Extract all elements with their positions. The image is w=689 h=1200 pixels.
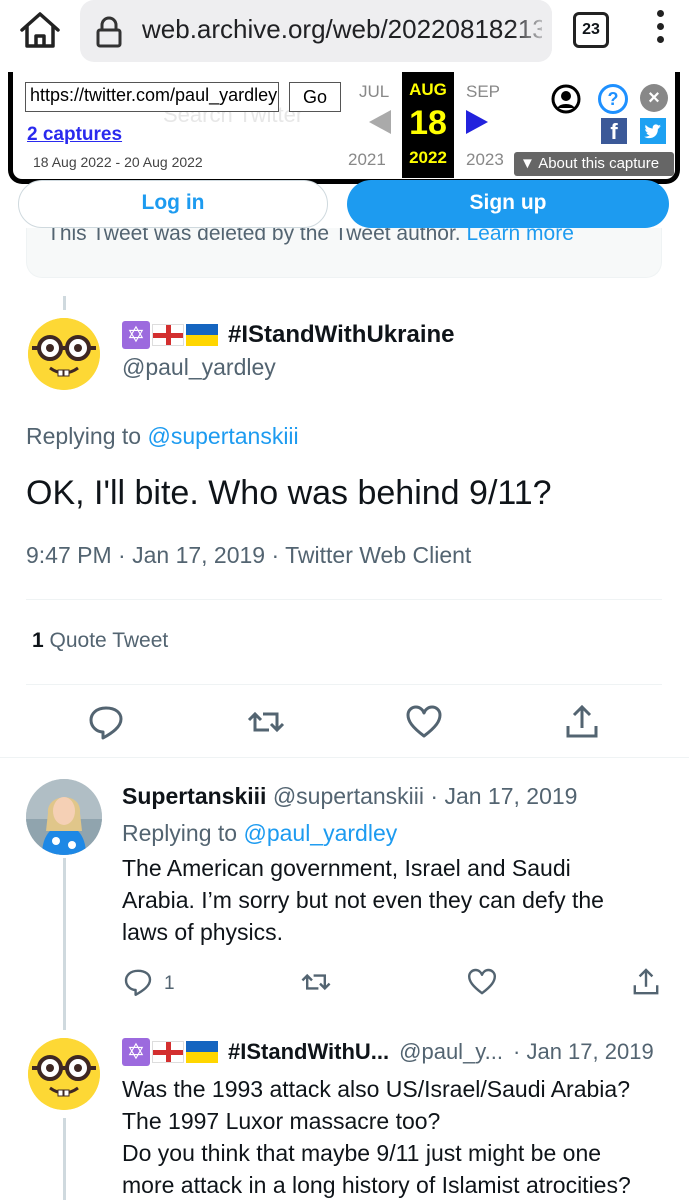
captures-link[interactable]: 2 captures — [27, 124, 122, 146]
close-icon[interactable]: × — [640, 84, 668, 112]
current-capture-date: AUG 18 2022 — [402, 72, 454, 178]
replying-to-link[interactable]: @supertanskiii — [147, 423, 298, 449]
thread-connector — [63, 296, 66, 310]
url-fade — [512, 0, 552, 62]
reply1-display-name: Supertanskiii — [122, 783, 267, 809]
reply1-header[interactable]: Supertanskiii @supertanskiii · Jan 17, 2… — [122, 783, 577, 810]
deleted-notice-message: This Tweet was deleted by the Tweet auth… — [47, 228, 461, 245]
replying-prefix: Replying to — [122, 820, 238, 846]
current-month: AUG — [409, 80, 447, 99]
share-icon[interactable] — [562, 702, 602, 742]
ukraine-flag-icon — [186, 1041, 218, 1063]
prev-year-link[interactable]: 2021 — [348, 150, 386, 170]
divider — [26, 599, 662, 600]
reply2-date[interactable]: · Jan 17, 2019 — [513, 1039, 654, 1065]
login-button[interactable]: Log in — [18, 180, 328, 228]
star-of-david-icon: ✡ — [122, 1038, 150, 1066]
about-capture-label: About this capture — [538, 155, 660, 172]
next-capture-arrow-icon[interactable] — [466, 110, 488, 134]
browser-toolbar: web.archive.org/web/20220818213900 23 — [0, 0, 689, 78]
reply2-text: Was the 1993 attack also US/Israel/Saudi… — [122, 1076, 631, 1198]
reply2-handle: @paul_y... — [399, 1039, 504, 1064]
main-tweet-display-name: #IStandWithUkraine — [228, 321, 455, 348]
next-year-link[interactable]: 2023 — [466, 150, 504, 170]
about-capture-button[interactable]: ▼ About this capture — [514, 152, 674, 176]
current-day: 18 — [409, 104, 447, 142]
deleted-notice-text: This Tweet was deleted by the Tweet auth… — [47, 228, 574, 246]
england-flag-icon — [152, 1041, 184, 1063]
current-year: 2022 — [409, 148, 447, 167]
thread-connector — [63, 858, 66, 1030]
share-icon[interactable] — [630, 966, 662, 998]
signup-button[interactable]: Sign up — [347, 180, 669, 228]
learn-more-link[interactable]: Learn more — [467, 228, 574, 245]
main-tweet-name-row[interactable]: ✡ #IStandWithUkraine — [122, 321, 455, 349]
help-icon[interactable]: ? — [598, 84, 628, 114]
deleted-tweet-notice: This Tweet was deleted by the Tweet auth… — [26, 228, 662, 278]
avatar-supertanskiii[interactable] — [26, 779, 102, 855]
retweet-icon[interactable] — [246, 702, 286, 742]
next-month-link[interactable]: SEP — [466, 82, 500, 102]
like-heart-icon[interactable] — [466, 966, 498, 998]
caret-down-icon: ▼ — [520, 155, 535, 172]
reply1-date[interactable]: · Jan 17, 2019 — [430, 783, 577, 809]
wayback-url-input[interactable]: https://twitter.com/paul_yardley — [25, 82, 279, 112]
reply-icon[interactable] — [86, 702, 126, 742]
main-tweet-meta[interactable]: 9:47 PM · Jan 17, 2019 · Twitter Web Cli… — [26, 542, 471, 569]
capture-date-range: 18 Aug 2022 - 20 Aug 2022 — [33, 154, 203, 170]
prev-capture-arrow-icon[interactable] — [369, 110, 391, 134]
user-account-icon[interactable] — [551, 84, 581, 114]
main-tweet-text: OK, I'll bite. Who was behind 9/11? — [26, 474, 552, 512]
replying-prefix: Replying to — [26, 423, 142, 449]
address-bar[interactable]: web.archive.org/web/20220818213900 — [80, 0, 552, 62]
facebook-share-icon[interactable]: f — [601, 118, 627, 144]
thread-connector — [63, 1118, 66, 1200]
reply-icon[interactable] — [122, 966, 154, 998]
reply2-display-name: #IStandWithU... — [228, 1039, 390, 1064]
url-text: web.archive.org/web/20220818213900 — [142, 14, 542, 44]
avatar-nerd-face[interactable] — [28, 318, 100, 390]
main-replying-to: Replying to @supertanskiii — [26, 423, 299, 450]
like-heart-icon[interactable] — [404, 702, 444, 742]
star-of-david-icon: ✡ — [122, 321, 150, 349]
reply1-handle: @supertanskiii — [272, 783, 425, 809]
reply1-text: The American government, Israel and Saud… — [122, 855, 604, 945]
overflow-menu-icon[interactable] — [650, 10, 670, 50]
wayback-go-button[interactable]: Go — [289, 82, 341, 112]
twitter-share-icon[interactable] — [640, 118, 666, 144]
ukraine-flag-icon — [186, 324, 218, 346]
quote-count: 1 — [32, 629, 44, 652]
home-icon[interactable] — [18, 10, 62, 50]
main-tweet-handle[interactable]: @paul_yardley — [122, 354, 276, 381]
prev-month-link[interactable]: JUL — [359, 82, 389, 102]
avatar-nerd-face[interactable] — [28, 1038, 100, 1110]
lock-icon — [94, 16, 124, 48]
reply2-name-row[interactable]: ✡ #IStandWithU... @paul_y... · Jan 17, 2… — [122, 1038, 654, 1066]
quote-tweets-link[interactable]: 1 Quote Tweet — [32, 629, 168, 653]
quote-label: Quote Tweet — [49, 629, 169, 652]
tab-count-button[interactable]: 23 — [573, 12, 609, 48]
reply1-replying-to: Replying to @paul_yardley — [122, 820, 397, 847]
divider — [26, 684, 662, 685]
retweet-icon[interactable] — [300, 966, 332, 998]
england-flag-icon — [152, 324, 184, 346]
wayback-toolbar: Search Twitter https://twitter.com/paul_… — [8, 72, 680, 184]
divider — [0, 757, 689, 758]
replying-to-link[interactable]: @paul_yardley — [243, 820, 397, 846]
reply1-reply-count: 1 — [164, 973, 175, 994]
